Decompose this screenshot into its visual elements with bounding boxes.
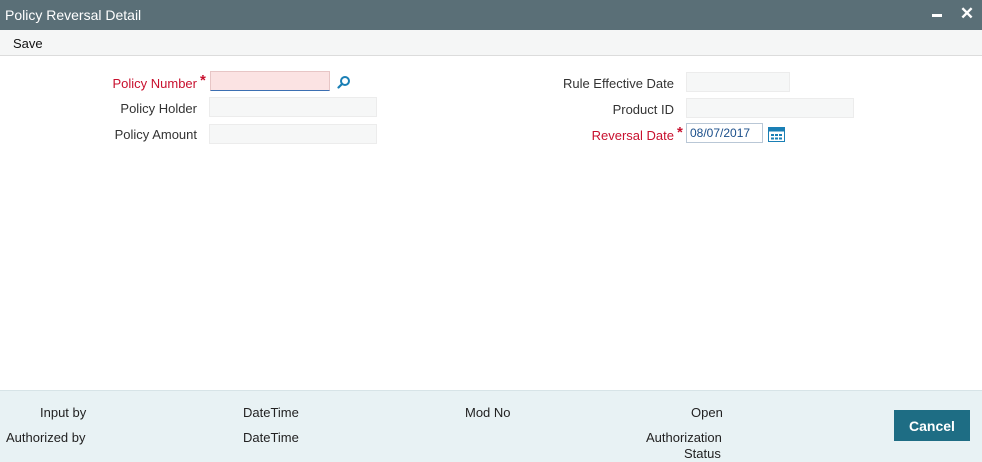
rule-effective-date-label: Rule Effective Date: [562, 76, 674, 91]
audit-footer: [0, 390, 982, 462]
minimize-icon[interactable]: [928, 5, 946, 23]
reversal-date-label: Reversal Date: [591, 128, 674, 143]
title-bar: Policy Reversal Detail ✕: [0, 0, 982, 30]
policy-number-label: Policy Number: [112, 76, 197, 91]
product-id-label: Product ID: [612, 102, 674, 117]
window-title: Policy Reversal Detail: [5, 7, 142, 23]
calendar-icon[interactable]: [768, 127, 785, 145]
policy-holder-label: Policy Holder: [120, 101, 197, 116]
policy-number-input[interactable]: [210, 71, 330, 91]
product-id-field[interactable]: [686, 98, 854, 118]
search-icon[interactable]: [337, 75, 351, 92]
open-label: Open: [691, 405, 723, 420]
authorization-status-label-line2: Status: [684, 446, 721, 461]
policy-amount-label: Policy Amount: [114, 127, 197, 142]
datetime-label: DateTime: [243, 405, 299, 420]
datetime-label: DateTime: [243, 430, 299, 445]
authorized-by-label: Authorized by: [6, 430, 86, 445]
mod-no-label: Mod No: [465, 405, 511, 420]
cancel-button[interactable]: Cancel: [894, 410, 970, 441]
rule-effective-date-field[interactable]: [686, 72, 790, 92]
input-by-label: Input by: [40, 405, 87, 420]
required-marker: *: [200, 72, 206, 89]
authorization-status-label-line1: Authorization: [646, 430, 722, 445]
policy-holder-field[interactable]: [209, 97, 377, 117]
save-button[interactable]: Save: [13, 36, 43, 51]
close-icon[interactable]: ✕: [958, 5, 976, 23]
reversal-date-input[interactable]: [686, 123, 763, 143]
policy-amount-field[interactable]: [209, 124, 377, 144]
toolbar: Save: [0, 30, 982, 56]
required-marker: *: [677, 124, 683, 141]
